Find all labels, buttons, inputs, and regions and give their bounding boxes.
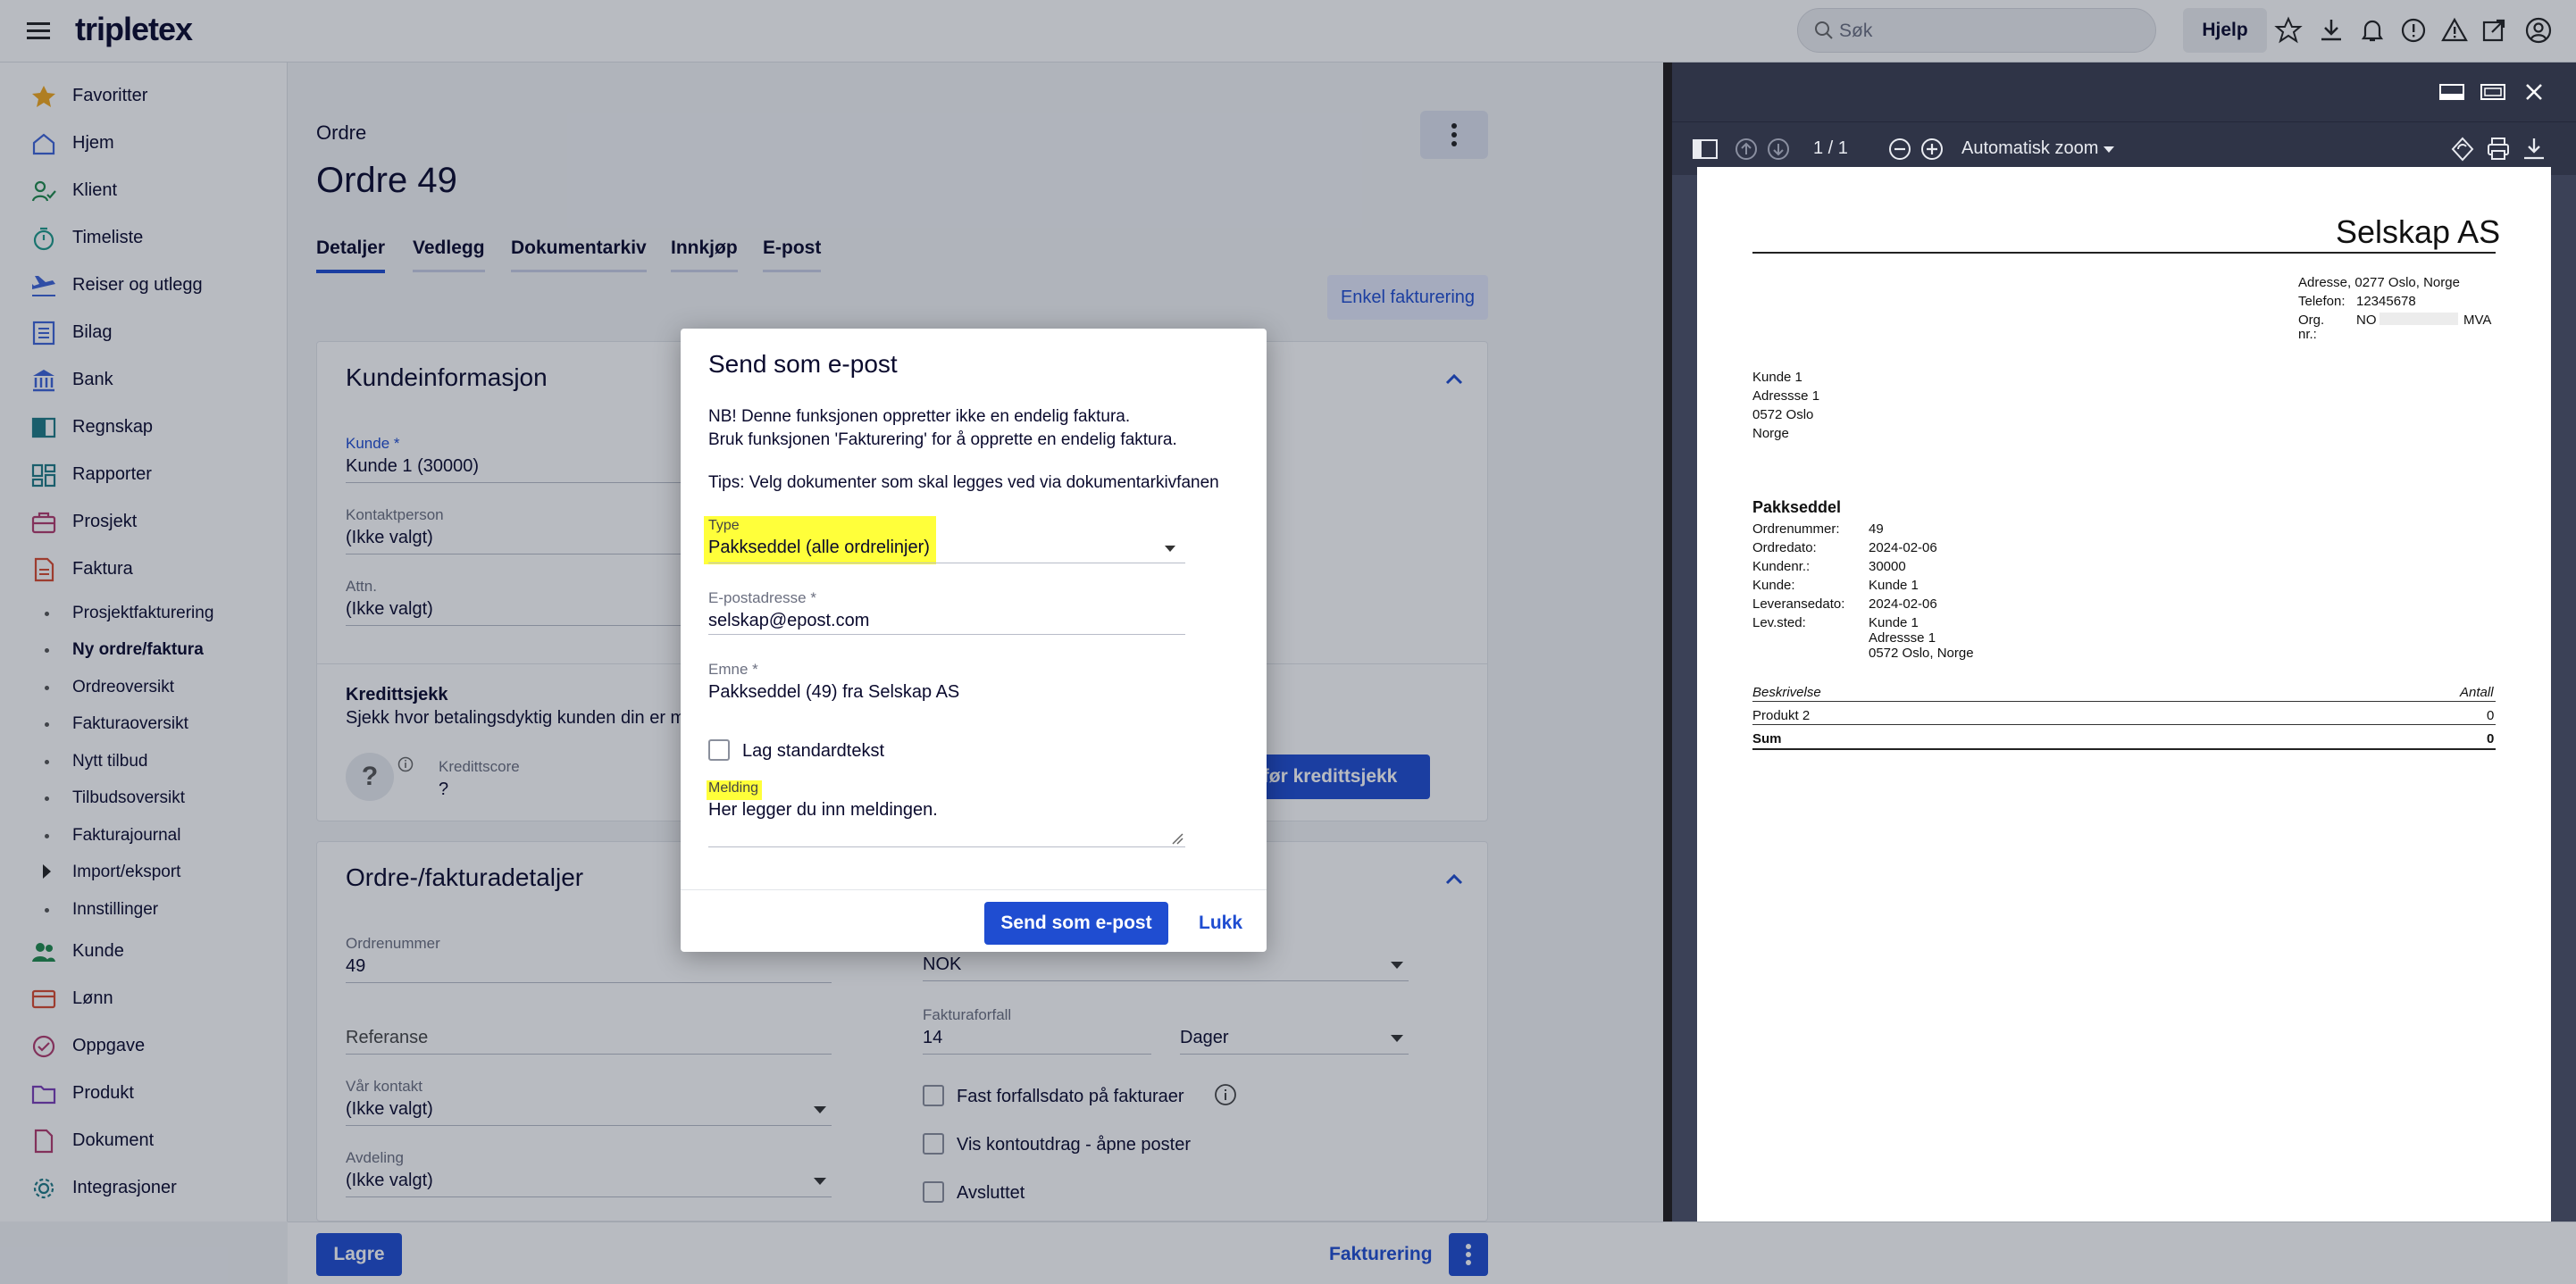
doc-row-desc: Produkt 2 <box>1752 708 1811 723</box>
minimize-panel-icon[interactable] <box>2438 79 2465 105</box>
dialog-info-line-1: NB! Denne funksjonen oppretter ikke en e… <box>708 407 1131 426</box>
doc-customer-line: Adressse 1 <box>1752 388 1820 404</box>
send-email-button[interactable]: Send som e-post <box>984 902 1168 945</box>
doc-phone: 12345678 <box>2356 294 2416 309</box>
email-field[interactable]: selskap@epost.com <box>708 611 869 631</box>
message-label: Melding <box>708 780 759 796</box>
doc-meta-value: 30000 <box>1869 559 1906 574</box>
next-page-icon[interactable] <box>1765 136 1792 163</box>
standard-text-label: Lag standardtekst <box>742 741 884 761</box>
doc-meta-key: Lev.sted: <box>1752 615 1806 630</box>
type-select[interactable]: Pakkseddel (alle ordrelinjer) <box>708 538 930 558</box>
maximize-panel-icon[interactable] <box>2480 79 2506 105</box>
doc-meta-value: 2024-02-06 <box>1869 596 1937 612</box>
zoom-in-icon[interactable] <box>1919 136 1945 163</box>
doc-row-qty: 0 <box>2487 708 2495 723</box>
subject-field[interactable]: Pakkseddel (49) fra Selskap AS <box>708 682 959 703</box>
send-email-dialog: Send som e-post NB! Denne funksjonen opp… <box>681 329 1267 952</box>
doc-meta-key: Ordredato: <box>1752 540 1817 555</box>
message-textarea[interactable]: Her legger du inn meldingen. <box>708 800 938 821</box>
doc-meta-key: Kundenr.: <box>1752 559 1811 574</box>
print-icon[interactable] <box>2485 136 2512 163</box>
doc-meta-key: Ordrenummer: <box>1752 521 1840 537</box>
standard-text-checkbox[interactable] <box>708 739 730 761</box>
zoom-select[interactable]: Automatisk zoom <box>1961 138 2098 159</box>
doc-customer-line: 0572 Oslo <box>1752 407 1814 422</box>
close-button[interactable]: Lukk <box>1199 913 1242 934</box>
doc-table-header: Beskrivelse <box>1752 685 1821 700</box>
resize-handle-icon[interactable] <box>1171 832 1183 845</box>
sidebar-toggle-icon[interactable] <box>1692 136 1719 163</box>
doc-meta-value: Kunde 1 <box>1869 578 1919 593</box>
download-icon[interactable] <box>2521 136 2547 163</box>
doc-meta-key: Leveransedato: <box>1752 596 1845 612</box>
doc-phone-label: Telefon: <box>2298 294 2346 309</box>
email-label: E-postadresse * <box>708 589 816 606</box>
rotate-icon[interactable] <box>2449 136 2476 163</box>
doc-customer-line: Kunde 1 <box>1752 370 1802 385</box>
subject-label: Emne * <box>708 661 758 678</box>
doc-company-name: Selskap AS <box>2336 213 2501 250</box>
doc-org-label: Org. <box>2298 313 2325 328</box>
doc-customer-line: Norge <box>1752 426 1789 441</box>
doc-meta-value: Kunde 1 <box>1869 615 1919 630</box>
doc-meta-key: Kunde: <box>1752 578 1795 593</box>
dialog-tips: Tips: Velg dokumenter som skal legges ve… <box>708 473 1219 492</box>
viewer-window-bar <box>1672 63 2576 121</box>
dialog-title: Send som e-post <box>708 350 898 378</box>
doc-address: Adresse, 0277 Oslo, Norge <box>2298 275 2460 290</box>
close-icon[interactable] <box>2521 79 2547 105</box>
doc-meta-value: Adressse 1 <box>1869 630 1936 646</box>
type-label: Type <box>708 518 740 533</box>
doc-org-suffix: MVA <box>2463 313 2492 328</box>
doc-org-redacted <box>2379 313 2458 325</box>
doc-org-prefix: NO <box>2356 313 2377 328</box>
zoom-out-icon[interactable] <box>1886 136 1913 163</box>
page-indicator[interactable]: 1 / 1 <box>1813 138 1848 159</box>
doc-meta-value: 2024-02-06 <box>1869 540 1937 555</box>
doc-meta-value: 0572 Oslo, Norge <box>1869 646 1974 661</box>
doc-meta-value: 49 <box>1869 521 1884 537</box>
doc-title: Pakkseddel <box>1752 498 1842 516</box>
previous-page-icon[interactable] <box>1733 136 1760 163</box>
dialog-info-line-2: Bruk funksjonen 'Fakturering' for å oppr… <box>708 430 1177 449</box>
doc-sum-value: 0 <box>2487 731 2495 746</box>
doc-org-label-2: nr.: <box>2298 327 2317 342</box>
dropdown-arrow-icon <box>2103 146 2114 153</box>
dropdown-arrow-icon[interactable] <box>1164 545 1176 554</box>
doc-table-header: Antall <box>2460 685 2494 700</box>
doc-sum-label: Sum <box>1752 731 1782 746</box>
pdf-page: Selskap AS Adresse, 0277 Oslo, Norge Tel… <box>1697 167 2551 1221</box>
